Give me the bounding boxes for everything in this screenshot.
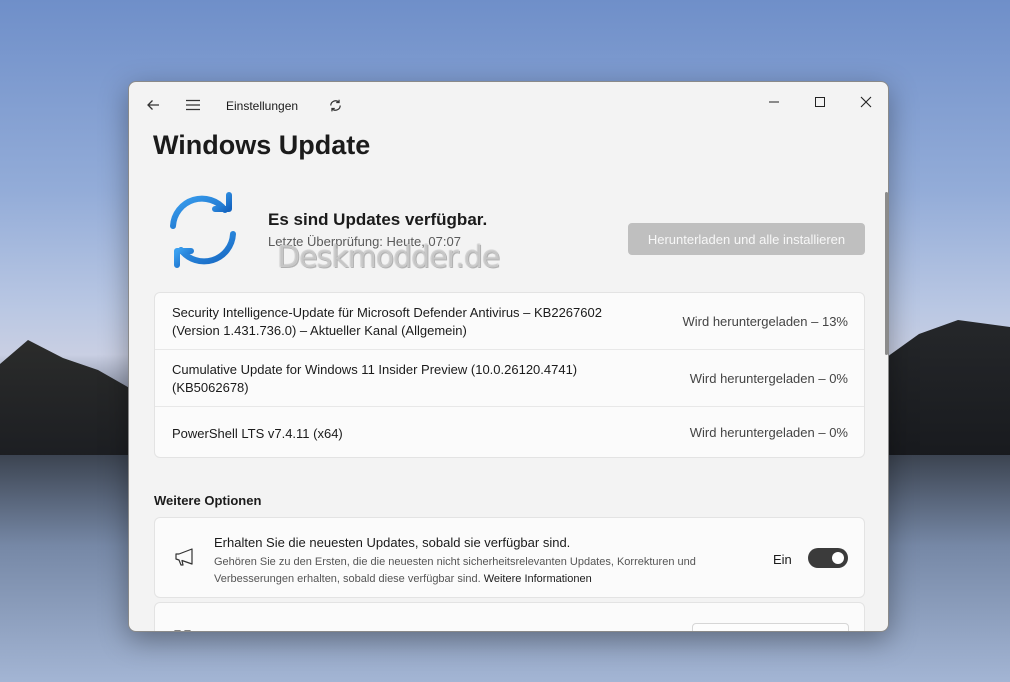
hamburger-icon[interactable] (183, 95, 203, 115)
update-name: PowerShell LTS v7.4.11 (x64) (172, 426, 343, 441)
more-options-heading: Weitere Optionen (154, 493, 262, 508)
update-status: Wird heruntergeladen – 0% (689, 371, 848, 386)
latest-updates-description: Gehören Sie zu den Ersten, die die neues… (214, 554, 754, 588)
maximize-icon (815, 97, 825, 107)
update-status: Wird heruntergeladen – 13% (682, 314, 849, 329)
toggle-knob (832, 552, 844, 564)
maximize-button[interactable] (797, 87, 843, 117)
minimize-icon (769, 101, 779, 103)
update-name: Cumulative Update for Windows 11 Insider… (172, 362, 578, 395)
background-hill-right (880, 320, 1010, 460)
background-hill-left (0, 340, 140, 460)
app-title: Einstellungen (226, 99, 299, 113)
status-title: Es sind Updates verfügbar. (268, 210, 488, 229)
close-button[interactable] (843, 87, 888, 117)
update-name: Security Intelligence-Update für Microso… (172, 305, 602, 338)
settings-window: Einstellungen Windows Update Es sind Upd… (128, 81, 889, 632)
option-icon (173, 629, 193, 631)
download-install-all-button[interactable]: Herunterladen und alle installieren (628, 223, 865, 255)
latest-updates-toggle[interactable] (808, 548, 848, 568)
latest-updates-desc-text: Gehören Sie zu den Ersten, die die neues… (214, 556, 696, 585)
latest-updates-card: Erhalten Sie die neuesten Updates, sobal… (154, 517, 865, 598)
next-option-card (154, 602, 865, 631)
updates-list: Security Intelligence-Update für Microso… (154, 292, 865, 458)
minimize-button[interactable] (751, 87, 797, 117)
list-item: Cumulative Update for Windows 11 Insider… (155, 350, 864, 407)
latest-updates-title: Erhalten Sie die neuesten Updates, sobal… (214, 535, 571, 550)
arrow-left-icon[interactable] (143, 95, 163, 115)
watermark: Deskmodder.de (277, 240, 500, 275)
sync-icon[interactable] (325, 95, 345, 115)
list-item: Security Intelligence-Update für Microso… (155, 293, 864, 350)
megaphone-icon (174, 546, 196, 568)
close-icon (860, 96, 872, 108)
option-dropdown[interactable] (692, 623, 849, 631)
page-title: Windows Update (153, 130, 371, 160)
toggle-state-label: Ein (773, 552, 792, 567)
update-status: Wird heruntergeladen – 0% (689, 425, 848, 440)
list-item: PowerShell LTS v7.4.11 (x64) Wird herunt… (155, 407, 864, 457)
sync-arrows-icon (163, 192, 243, 268)
scrollbar[interactable] (885, 192, 888, 355)
more-info-link[interactable]: Weitere Informationen (484, 573, 592, 585)
title-bar: Einstellungen (129, 82, 888, 128)
